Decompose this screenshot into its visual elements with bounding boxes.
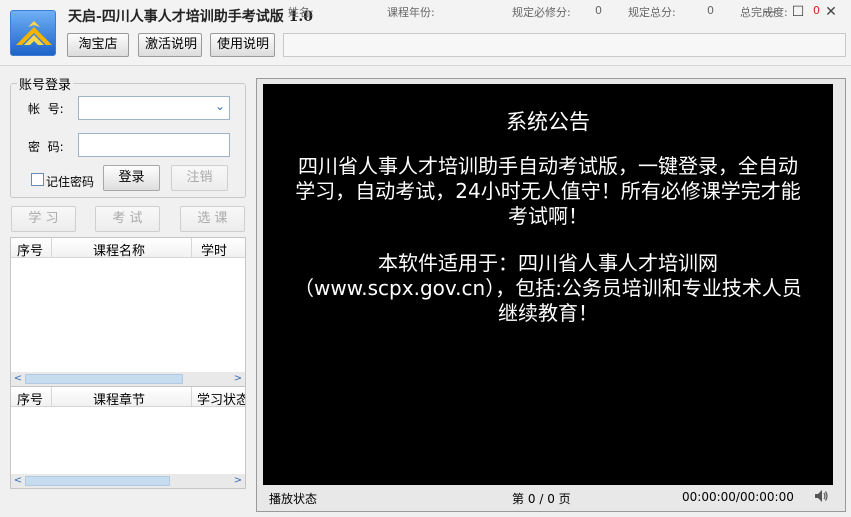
course-year-label: 课程年份:	[387, 6, 435, 19]
column-header-chapter[interactable]: 课程章节	[93, 389, 145, 408]
logout-button[interactable]: 注销	[171, 165, 228, 191]
page-total: 0	[547, 492, 555, 506]
play-time: 00:00:00/00:00:00	[682, 490, 794, 504]
completion-label: 总完成度:	[740, 6, 788, 19]
remember-password-label[interactable]: 记住密码	[46, 173, 94, 190]
completion-value: 0	[813, 4, 820, 17]
chapter-list-scrollbar[interactable]: < >	[11, 474, 245, 488]
notice-title: 系统公告	[506, 110, 590, 134]
required-credit-value: 0	[595, 4, 602, 17]
total-credit-value: 0	[707, 4, 714, 17]
scrollbar-thumb[interactable]	[25, 374, 183, 384]
notice-paragraph: 本软件适用于：四川省人事人才培训网（www.scpx.gov.cn），包括:公务…	[294, 251, 802, 325]
play-status-label: 播放状态	[269, 492, 318, 506]
total-credit-label: 规定总分:	[628, 6, 676, 19]
player-status-bar: 播放状态 第 0 / 0 页 00:00:00/00:00:00	[263, 487, 833, 508]
notice-paragraph: 四川省人事人才培训助手自动考试版，一键登录，全自动学习，自动考试，24小时无人值…	[295, 154, 801, 228]
notice-screen: 系统公告 四川省人事人才培训助手自动考试版，一键登录，全自动学习，自动考试，24…	[263, 84, 833, 485]
course-list-scrollbar[interactable]: < >	[11, 372, 245, 386]
column-header-index[interactable]: 序号	[17, 240, 43, 259]
scroll-left-icon[interactable]: <	[11, 474, 25, 488]
speaker-icon[interactable]	[813, 488, 829, 507]
required-credit-label: 规定必修分:	[512, 6, 571, 19]
column-header-hours[interactable]: 学时	[201, 240, 227, 259]
login-group-title: 账号登录	[17, 74, 74, 93]
user-info-bar	[283, 33, 846, 57]
page-current: 0	[527, 492, 536, 506]
course-list-header: 序号 课程名称 学时	[11, 238, 245, 259]
account-label: 帐 号:	[28, 102, 64, 116]
scroll-right-icon[interactable]: >	[231, 372, 245, 386]
study-button[interactable]: 学 习	[11, 206, 76, 232]
chapter-list[interactable]: 序号 课程章节 学习状态 < >	[10, 386, 246, 489]
column-header-course-name[interactable]: 课程名称	[93, 240, 145, 259]
select-course-button[interactable]: 选 课	[180, 206, 245, 232]
password-field[interactable]	[78, 133, 230, 157]
column-header-study-status[interactable]: 学习状态	[197, 389, 245, 408]
account-select[interactable]: ⌄	[78, 96, 230, 120]
login-button[interactable]: 登录	[103, 165, 160, 191]
course-list[interactable]: 序号 课程名称 学时 < >	[10, 237, 246, 387]
close-button[interactable]: ✕	[817, 2, 845, 22]
password-label: 密 码:	[28, 140, 64, 154]
usage-guide-button[interactable]: 使用说明	[210, 33, 275, 57]
scroll-left-icon[interactable]: <	[11, 372, 25, 386]
column-header-index[interactable]: 序号	[17, 389, 43, 408]
maximize-button[interactable]: ☐	[784, 2, 812, 22]
remember-password-checkbox[interactable]	[31, 173, 44, 186]
chapter-list-header: 序号 课程章节 学习状态	[11, 387, 245, 408]
scroll-right-icon[interactable]: >	[231, 474, 245, 488]
scrollbar-thumb[interactable]	[25, 476, 170, 486]
page-indicator: 第 0 / 0 页	[512, 492, 571, 506]
name-label: 姓名:	[288, 6, 314, 19]
activation-guide-button[interactable]: 激活说明	[138, 33, 202, 57]
app-logo-icon	[10, 10, 56, 56]
notice-body: 四川省人事人才培训助手自动考试版，一键登录，全自动学习，自动考试，24小时无人值…	[291, 154, 805, 326]
chevron-down-icon[interactable]: ⌄	[215, 99, 225, 113]
taobao-store-button[interactable]: 淘宝店	[67, 33, 129, 57]
window-title: 天启-四川人事人才培训助手考试版 1.0	[68, 9, 314, 25]
exam-button[interactable]: 考 试	[95, 206, 160, 232]
